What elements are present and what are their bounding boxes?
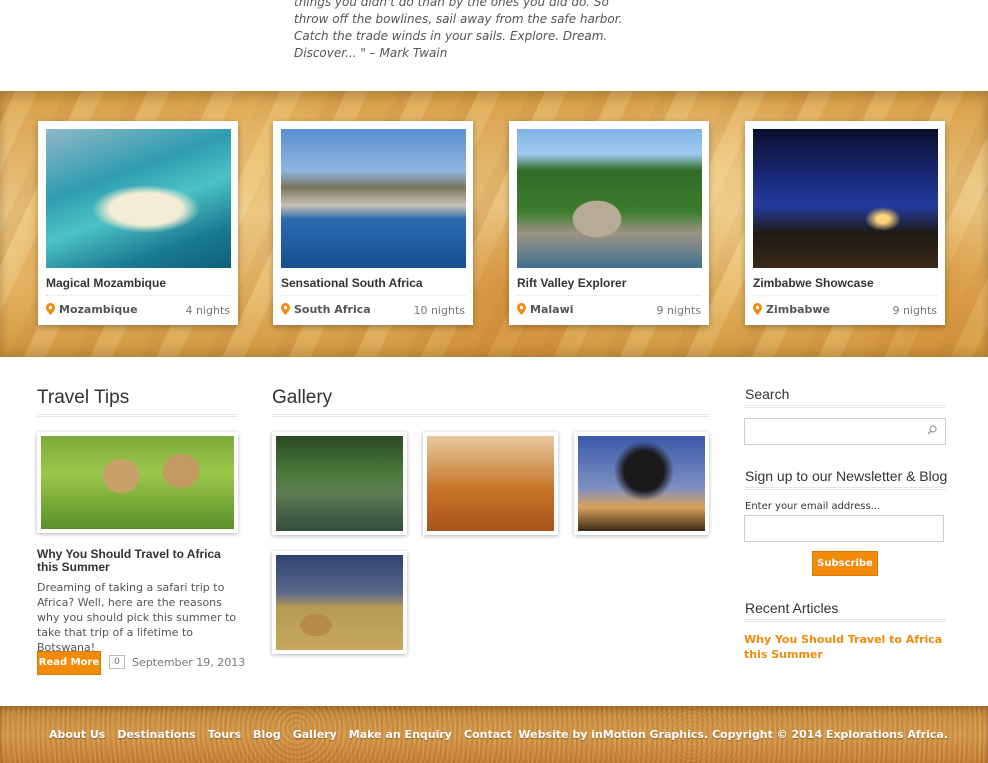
featured-tours: Magical Mozambique Mozambique 4 nights S… — [0, 91, 988, 357]
heading-divider — [272, 414, 710, 417]
copyright-text: Website by inMotion Graphics. Copyright … — [518, 728, 948, 741]
tour-photo[interactable] — [281, 129, 466, 268]
heading-divider — [744, 405, 946, 408]
footer-link-tours[interactable]: Tours — [208, 728, 241, 741]
divider — [753, 295, 937, 296]
divider — [517, 295, 701, 296]
map-pin-icon — [281, 303, 290, 315]
tour-nights: 9 nights — [656, 304, 701, 317]
read-more-button[interactable]: Read More — [37, 651, 101, 675]
footer-link-gallery[interactable]: Gallery — [293, 728, 337, 741]
tour-location: South Africa — [281, 303, 371, 316]
email-field[interactable] — [744, 515, 944, 542]
gallery-image[interactable] — [276, 555, 403, 650]
footer: About Us Destinations Tours Blog Gallery… — [0, 706, 988, 763]
travel-tips-heading: Travel Tips — [37, 387, 130, 408]
divider — [281, 295, 465, 296]
footer-link-about[interactable]: About Us — [49, 728, 105, 741]
quote-text: things you didn't do than by the ones yo… — [294, 0, 623, 60]
recent-articles-heading: Recent Articles — [745, 600, 839, 616]
divider — [46, 295, 230, 296]
footer-link-blog[interactable]: Blog — [253, 728, 281, 741]
heading-divider — [37, 414, 238, 417]
post-date: September 19, 2013 — [132, 656, 246, 669]
tour-location: Zimbabwe — [753, 303, 830, 316]
footer-link-enquiry[interactable]: Make an Enquiry — [349, 728, 452, 741]
tour-location: Mozambique — [46, 303, 138, 316]
gallery-image[interactable] — [276, 436, 403, 531]
tour-nights: 4 nights — [185, 304, 230, 317]
gallery-thumbnail[interactable] — [574, 432, 709, 535]
tour-location: Malawi — [517, 303, 574, 316]
location-label: Malawi — [530, 303, 574, 316]
tour-title[interactable]: Magical Mozambique — [46, 276, 166, 290]
email-label: Enter your email address... — [745, 501, 881, 512]
tour-photo[interactable] — [753, 129, 938, 268]
tour-title[interactable]: Rift Valley Explorer — [517, 276, 626, 290]
post-excerpt: Dreaming of taking a safari trip to Afri… — [37, 581, 237, 654]
gallery-thumbnail[interactable] — [272, 551, 407, 654]
gallery-image[interactable] — [578, 436, 705, 531]
map-pin-icon — [517, 303, 526, 315]
gallery-image[interactable] — [427, 436, 554, 531]
post-title[interactable]: Why You Should Travel to Africa this Sum… — [37, 548, 237, 574]
tour-nights: 10 nights — [413, 304, 465, 317]
tour-photo[interactable] — [46, 129, 231, 268]
post-thumbnail[interactable] — [37, 432, 238, 533]
footer-link-contact[interactable]: Contact — [464, 728, 512, 741]
gallery-thumbnail[interactable] — [272, 432, 407, 535]
location-label: Mozambique — [59, 303, 138, 316]
tour-title[interactable]: Sensational South Africa — [281, 276, 423, 290]
heading-divider — [744, 487, 946, 490]
tour-photo[interactable] — [517, 129, 702, 268]
recent-article-link[interactable]: Why You Should Travel to Africa this Sum… — [744, 632, 944, 662]
tour-nights: 9 nights — [892, 304, 937, 317]
map-pin-icon — [46, 303, 55, 315]
tour-card[interactable]: Magical Mozambique Mozambique 4 nights — [38, 121, 238, 325]
footer-nav: About Us Destinations Tours Blog Gallery… — [49, 728, 512, 741]
comment-count-badge[interactable]: 0 — [109, 655, 125, 669]
tour-card[interactable]: Sensational South Africa South Africa 10… — [273, 121, 473, 325]
tour-card[interactable]: Rift Valley Explorer Malawi 9 nights — [509, 121, 709, 325]
map-pin-icon — [753, 303, 762, 315]
gallery-heading: Gallery — [272, 387, 333, 408]
tour-card[interactable]: Zimbabwe Showcase Zimbabwe 9 nights — [745, 121, 945, 325]
location-label: South Africa — [294, 303, 371, 316]
search-heading: Search — [745, 386, 790, 402]
newsletter-heading: Sign up to our Newsletter & Blog — [745, 468, 948, 484]
search-icon[interactable] — [927, 425, 937, 435]
gallery-thumbnail[interactable] — [423, 432, 558, 535]
footer-link-destinations[interactable]: Destinations — [117, 728, 195, 741]
heading-divider — [744, 619, 946, 622]
search-input[interactable] — [744, 418, 946, 445]
post-image[interactable] — [41, 436, 234, 529]
location-label: Zimbabwe — [766, 303, 831, 316]
subscribe-button[interactable]: Subscribe — [812, 551, 878, 576]
tour-title[interactable]: Zimbabwe Showcase — [753, 276, 874, 290]
